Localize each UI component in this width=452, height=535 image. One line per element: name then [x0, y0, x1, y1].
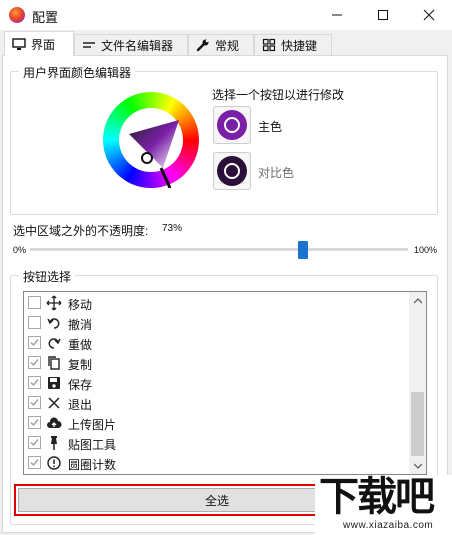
- tab-interface[interactable]: 界面: [4, 31, 74, 56]
- text-lines-icon: [83, 42, 95, 48]
- checkmark-icon: [30, 359, 39, 367]
- redo-icon: [48, 338, 61, 349]
- checkbox[interactable]: [28, 456, 41, 469]
- tab-general[interactable]: 常规: [188, 34, 254, 55]
- circle-icon: [224, 163, 240, 179]
- watermark-url: www.xiazaiba.com: [343, 520, 434, 531]
- list-item[interactable]: 重做: [24, 333, 404, 353]
- checkbox[interactable]: [28, 416, 41, 429]
- checkbox[interactable]: [28, 356, 41, 369]
- select-all-label: 全选: [204, 493, 229, 508]
- watermark-text: 下载吧: [319, 474, 435, 520]
- tab-shortcuts[interactable]: 快捷键: [254, 34, 332, 55]
- tab-label: 快捷键: [281, 38, 318, 53]
- opacity-min-label: 0%: [13, 245, 27, 255]
- minimize-button[interactable]: [314, 0, 360, 30]
- contrast-color-button[interactable]: [213, 152, 251, 190]
- contrast-color-label: 对比色: [258, 166, 295, 180]
- undo-icon: [47, 318, 60, 329]
- scroll-thumb[interactable]: [411, 392, 424, 456]
- checkmark-icon: [30, 339, 39, 347]
- list-item-label: 复制: [68, 358, 93, 372]
- list-item[interactable]: 撤消: [24, 313, 404, 333]
- list-item-label: 退出: [68, 398, 93, 412]
- checkmark-icon: [30, 379, 39, 387]
- group-title: 按钮选择: [19, 268, 76, 285]
- list-item-label: 贴图工具: [68, 438, 117, 452]
- button-list[interactable]: 移动撤消重做复制保存退出上传图片贴图工具圆圈计数: [23, 291, 427, 475]
- list-item-label: 上传图片: [68, 418, 117, 432]
- maximize-button[interactable]: [360, 0, 406, 30]
- opacity-slider-track[interactable]: [30, 248, 408, 251]
- list-item-label: 重做: [68, 338, 93, 352]
- color-wheel[interactable]: [103, 92, 199, 188]
- opacity-max-label: 100%: [414, 245, 438, 255]
- app-logo-icon: [9, 7, 25, 23]
- copy-icon: [48, 356, 60, 370]
- wrench-icon: [196, 39, 209, 52]
- list-item[interactable]: 贴图工具: [24, 433, 404, 453]
- title-bar: 配置: [0, 0, 452, 30]
- list-item-label: 圆圈计数: [68, 458, 117, 472]
- list-item[interactable]: 上传图片: [24, 413, 404, 433]
- checkbox[interactable]: [28, 376, 41, 389]
- list-item[interactable]: 移动: [24, 293, 404, 313]
- group-title: 用户界面颜色编辑器: [19, 64, 136, 81]
- list-item-label: 移动: [68, 298, 93, 312]
- checkbox[interactable]: [28, 436, 41, 449]
- tab-filename-editor[interactable]: 文件名编辑器: [74, 34, 188, 55]
- chevron-up-icon: [413, 297, 422, 303]
- tab-label: 常规: [215, 38, 240, 53]
- close-icon: [423, 9, 435, 21]
- scroll-down-button[interactable]: [409, 457, 426, 474]
- scroll-up-button[interactable]: [409, 292, 426, 309]
- primary-color-button[interactable]: [213, 106, 251, 144]
- list-item[interactable]: 复制: [24, 353, 404, 373]
- tab-label: 界面: [31, 37, 56, 52]
- grid-icon: [262, 38, 276, 52]
- watermark-logo: 下载吧 www.xiazaiba.com: [315, 475, 452, 535]
- saturation-triangle[interactable]: [103, 92, 199, 188]
- checkmark-icon: [30, 439, 39, 447]
- maximize-icon: [378, 10, 388, 20]
- list-item[interactable]: 保存: [24, 373, 404, 393]
- cloud-upload-icon: [47, 417, 62, 428]
- close-x-icon: [48, 397, 60, 409]
- close-button[interactable]: [406, 0, 452, 30]
- list-item-label: 保存: [68, 378, 93, 392]
- checkbox[interactable]: [28, 336, 41, 349]
- tab-bar: 界面 文件名编辑器 常规 快捷键: [0, 31, 452, 56]
- checkmark-icon: [30, 459, 39, 467]
- chevron-down-icon: [413, 463, 422, 469]
- checkbox[interactable]: [28, 396, 41, 409]
- save-icon: [48, 377, 60, 389]
- primary-color-swatch: [217, 110, 247, 140]
- list-scrollbar[interactable]: [409, 292, 426, 474]
- list-item[interactable]: 圆圈计数: [24, 453, 404, 473]
- opacity-label: 选中区域之外的不透明度:: [13, 224, 149, 238]
- color-instruction: 选择一个按钮以进行修改: [212, 88, 345, 102]
- checkbox[interactable]: [28, 296, 41, 309]
- checkmark-icon: [30, 419, 39, 427]
- checkmark-icon: [30, 399, 39, 407]
- list-item[interactable]: 退出: [24, 393, 404, 413]
- opacity-value: 73%: [162, 223, 183, 234]
- circle-icon: [224, 117, 240, 133]
- minimize-icon: [332, 14, 342, 16]
- list-item-label: 撤消: [68, 318, 93, 332]
- primary-color-label: 主色: [258, 120, 283, 134]
- window-title: 配置: [32, 10, 59, 25]
- opacity-slider-thumb[interactable]: [298, 241, 308, 259]
- monitor-icon: [12, 38, 26, 50]
- circle-counter-icon: [47, 456, 61, 470]
- contrast-color-swatch: [217, 156, 247, 186]
- tab-label: 文件名编辑器: [101, 38, 174, 53]
- pin-icon: [51, 436, 57, 450]
- checkbox[interactable]: [28, 316, 41, 329]
- move-arrows-icon: [46, 295, 62, 311]
